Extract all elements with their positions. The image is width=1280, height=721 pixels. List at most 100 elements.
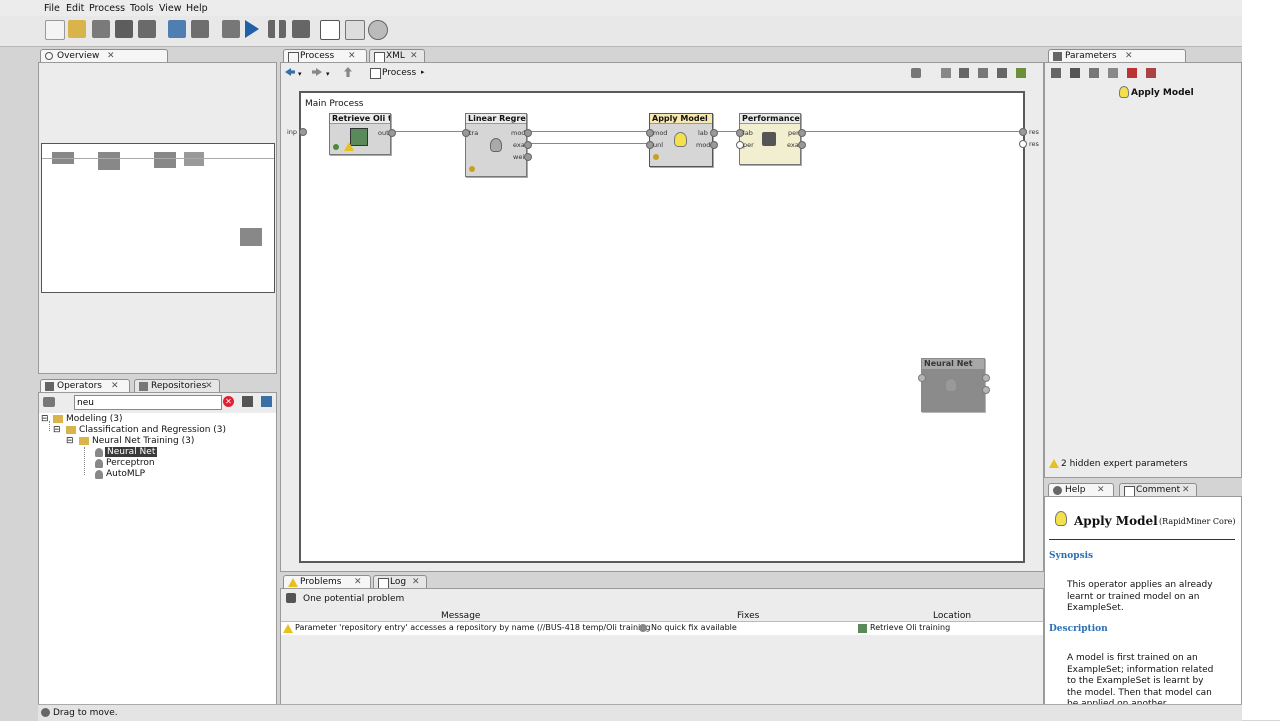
menu-tools[interactable]: Tools xyxy=(130,3,153,14)
operator-neural-net-dragging[interactable]: Neural Net xyxy=(918,358,990,412)
back-dropdown-icon[interactable]: ▾ xyxy=(298,70,302,78)
tree-expander[interactable]: ⊟ xyxy=(53,425,61,435)
quick-fix-icon[interactable] xyxy=(286,593,296,603)
tree-node[interactable]: Classification and Regression (3) xyxy=(79,425,226,435)
arrange-icon[interactable] xyxy=(941,68,951,78)
filter-icon[interactable] xyxy=(43,397,55,407)
toolbar-icon[interactable] xyxy=(1089,68,1099,78)
output-port[interactable] xyxy=(982,374,990,382)
sort-icon[interactable] xyxy=(261,396,272,407)
tab-xml[interactable]: XML ✕ xyxy=(369,49,425,63)
clear-icon[interactable]: ✕ xyxy=(223,396,234,407)
toolbar-icon[interactable] xyxy=(1070,68,1080,78)
operator-title: Retrieve Oli tr... xyxy=(330,114,390,124)
breadcrumb[interactable]: Process xyxy=(382,68,416,78)
tab-help[interactable]: Help ✕ xyxy=(1048,483,1114,496)
run-icon[interactable] xyxy=(245,20,259,38)
new-icon[interactable] xyxy=(45,20,65,40)
menu-process[interactable]: Process xyxy=(89,3,125,14)
tab-process[interactable]: Process ✕ xyxy=(283,49,367,63)
zoom-icon[interactable] xyxy=(978,68,988,78)
output-port[interactable] xyxy=(710,141,718,149)
toolbar-icon[interactable] xyxy=(1127,68,1137,78)
output-port[interactable] xyxy=(982,386,990,394)
pause-icon[interactable] xyxy=(268,20,286,38)
input-port[interactable] xyxy=(918,374,926,382)
overview-minimap[interactable] xyxy=(41,143,275,293)
menu-view[interactable]: View xyxy=(159,3,182,14)
add-operator-icon[interactable] xyxy=(911,68,921,78)
output-port[interactable] xyxy=(798,129,806,137)
operator-title: Apply Model xyxy=(650,114,712,124)
wire[interactable] xyxy=(529,143,647,144)
tab-overview[interactable]: Overview ✕ xyxy=(40,49,168,62)
result-port[interactable] xyxy=(1019,128,1027,136)
tree-leaf[interactable]: Perceptron xyxy=(106,458,155,468)
process-canvas[interactable]: Main Process inp res res Retrieve Oli tr… xyxy=(287,91,1039,563)
forward-dropdown-icon[interactable]: ▾ xyxy=(326,70,330,78)
import-icon[interactable] xyxy=(138,20,156,38)
port-label: lab xyxy=(743,129,753,137)
tab-log[interactable]: Log ✕ xyxy=(373,575,427,589)
menu-edit[interactable]: Edit xyxy=(66,3,84,14)
export-icon[interactable] xyxy=(1016,68,1026,78)
wire[interactable] xyxy=(393,131,465,132)
output-port[interactable] xyxy=(710,129,718,137)
tree-leaf-selected[interactable]: Neural Net xyxy=(105,447,158,457)
tab-comment[interactable]: Comment ✕ xyxy=(1119,483,1197,497)
wire[interactable] xyxy=(529,131,647,132)
wizard-icon[interactable] xyxy=(320,20,340,40)
operator-apply-model[interactable]: Apply Model mod unl lab mod xyxy=(646,113,718,167)
parameters-operator-title: Apply Model xyxy=(1131,88,1194,98)
output-port[interactable] xyxy=(524,141,532,149)
output-port[interactable] xyxy=(798,141,806,149)
stop-all-icon[interactable] xyxy=(222,20,240,38)
tree-expander[interactable]: ⊟ xyxy=(66,436,74,446)
stop-icon[interactable] xyxy=(292,20,310,38)
results-icon[interactable] xyxy=(345,20,365,40)
save-icon[interactable] xyxy=(92,20,110,38)
table-row[interactable]: Parameter 'repository entry' accesses a … xyxy=(281,622,1043,635)
globe-icon[interactable] xyxy=(368,20,388,40)
operator-retrieve[interactable]: Retrieve Oli tr... out xyxy=(329,113,396,155)
menu-help[interactable]: Help xyxy=(186,3,208,14)
auto-wire-icon[interactable] xyxy=(959,68,969,78)
problem-location[interactable]: Retrieve Oli training xyxy=(870,623,950,632)
undo-icon[interactable] xyxy=(168,20,186,38)
col-fixes[interactable]: Fixes xyxy=(737,611,759,621)
col-message[interactable]: Message xyxy=(441,611,480,621)
save-as-icon[interactable] xyxy=(115,20,133,38)
tree-leaf[interactable]: AutoMLP xyxy=(106,469,145,479)
operator-linear-regression[interactable]: Linear Regress... tra mod exa wei xyxy=(462,113,532,177)
tab-operators[interactable]: Operators ✕ xyxy=(40,379,130,392)
output-port[interactable] xyxy=(524,153,532,161)
wire[interactable] xyxy=(803,131,1019,132)
up-icon[interactable] xyxy=(344,67,352,77)
back-icon[interactable] xyxy=(285,68,295,76)
col-location[interactable]: Location xyxy=(933,611,971,621)
operator-performance[interactable]: Performance lab per per exa xyxy=(736,113,806,165)
result-port[interactable] xyxy=(1019,140,1027,148)
input-port[interactable] xyxy=(299,128,307,136)
operator-search-input[interactable] xyxy=(74,395,222,410)
search-options-icon[interactable] xyxy=(242,396,253,407)
tab-repositories[interactable]: Repositories ✕ xyxy=(134,379,220,392)
menu-file[interactable]: File xyxy=(44,3,60,14)
tab-problems[interactable]: Problems ✕ xyxy=(283,575,371,588)
tree-node[interactable]: Modeling (3) xyxy=(66,414,123,424)
tab-parameters[interactable]: Parameters ✕ xyxy=(1048,49,1186,62)
open-icon[interactable] xyxy=(68,20,86,38)
output-port[interactable] xyxy=(388,129,396,137)
forward-icon[interactable] xyxy=(312,68,322,76)
tree-node[interactable]: Neural Net Training (3) xyxy=(92,436,194,446)
hidden-params-link[interactable]: 2 hidden expert parameters xyxy=(1061,459,1188,469)
toolbar xyxy=(0,16,1280,47)
tree-expander[interactable]: ⊟ xyxy=(41,414,49,424)
print-icon[interactable] xyxy=(997,68,1007,78)
redo-icon[interactable] xyxy=(191,20,209,38)
toolbar-icon[interactable] xyxy=(1051,68,1061,78)
toolbar-icon[interactable] xyxy=(1108,68,1118,78)
status-icon xyxy=(469,166,475,172)
toolbar-icon[interactable] xyxy=(1146,68,1156,78)
output-port[interactable] xyxy=(524,129,532,137)
